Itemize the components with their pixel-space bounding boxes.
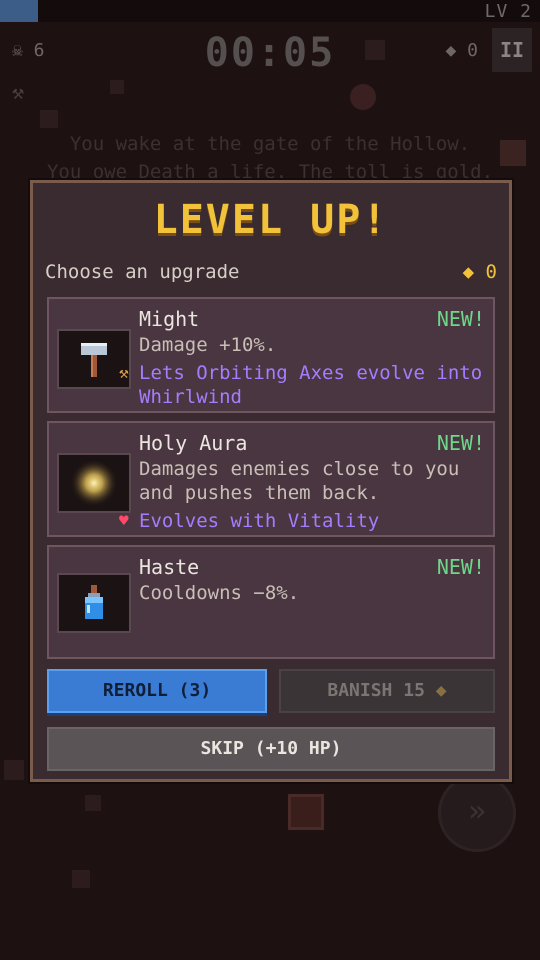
potion-icon [57, 573, 131, 633]
level-up-dialog: LEVEL UP! Choose an upgrade ◆ 0 Might NE… [30, 180, 512, 782]
dialog-title: LEVEL UP! [153, 197, 389, 243]
gold-coin-icon: ◆ [435, 680, 447, 701]
chest-icon [288, 794, 324, 830]
new-badge: NEW! [436, 307, 485, 331]
upgrade-name: Haste [139, 555, 200, 579]
bg-debris [350, 84, 376, 110]
evolve-text: Evolves with Vitality [139, 510, 380, 532]
reroll-button[interactable]: REROLL (3) [47, 669, 267, 713]
banish-label: BANISH 15 [327, 680, 425, 701]
upgrade-name: Holy Aura [139, 431, 248, 455]
level-indicator: LV 2 [484, 1, 532, 22]
new-badge: NEW! [436, 431, 485, 455]
bg-debris [110, 80, 124, 94]
upgrade-name: Might [139, 307, 200, 331]
skip-button[interactable]: SKIP (+10 HP) [47, 727, 495, 771]
story-line: You wake at the gate of the Hollow. [69, 133, 471, 155]
heart-icon: ♥ [119, 511, 129, 530]
upgrade-description: Cooldowns −8%. [139, 582, 300, 604]
axe-icon: ⚒ [119, 363, 129, 382]
evolve-hint: ⚒ Lets Orbiting Axes evolve into Whirlwi… [119, 361, 489, 409]
upgrade-description: Damages enemies close to you and pushes … [139, 458, 460, 504]
new-badge: NEW! [436, 555, 485, 579]
upgrade-description: Damage +10%. [139, 334, 277, 356]
gold-counter: ◆ 0 [445, 40, 478, 61]
evolve-text: Lets Orbiting Axes evolve into Whirlwind [139, 362, 483, 408]
fast-forward-button[interactable]: » [438, 774, 516, 852]
xp-bar-fill [0, 0, 38, 22]
bg-debris [85, 795, 101, 811]
bg-debris [4, 760, 24, 780]
evolve-hint: ♥ Evolves with Vitality [119, 509, 489, 533]
banish-button[interactable]: BANISH 15 ◆ [279, 669, 495, 713]
pause-button[interactable]: II [492, 28, 532, 72]
upgrade-card-might[interactable]: Might NEW! Damage +10%. ⚒ Lets Orbiting … [47, 297, 495, 413]
bg-debris [40, 110, 58, 128]
story-text: You wake at the gate of the Hollow. You … [0, 130, 540, 186]
upgrade-card-haste[interactable]: Haste NEW! Cooldowns −8%. [47, 545, 495, 659]
upgrade-card-holy-aura[interactable]: Holy Aura NEW! Damages enemies close to … [47, 421, 495, 537]
glow-orb-icon [57, 453, 131, 513]
choose-prompt: Choose an upgrade [45, 261, 240, 283]
weapon-axe-icon: ⚒ [12, 80, 25, 104]
xp-bar [0, 0, 540, 22]
bg-debris [72, 870, 90, 888]
dialog-gold-counter: ◆ 0 [462, 261, 497, 283]
